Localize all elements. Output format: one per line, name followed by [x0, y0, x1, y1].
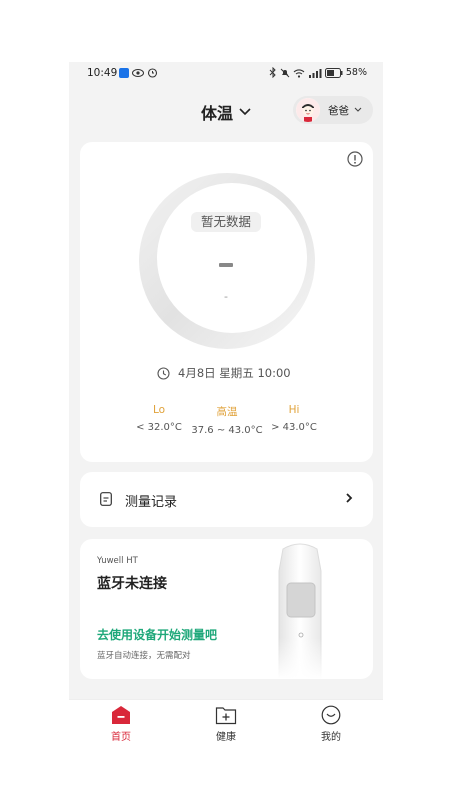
avatar [296, 98, 320, 122]
avatar-face-icon [296, 98, 320, 122]
tab-label: 我的 [321, 732, 341, 743]
document-icon [100, 492, 112, 506]
tab-home[interactable]: 首页 [81, 704, 161, 743]
tab-health[interactable]: 健康 [186, 704, 266, 743]
datetime-text: 4月8日 星期五 10:00 [178, 366, 291, 380]
range-hi: Hi > 43.0°C [254, 404, 334, 433]
thermometer-device-image [265, 541, 335, 679]
profile-switcher[interactable]: 爸爸 [293, 96, 373, 124]
tab-mine[interactable]: 我的 [291, 704, 371, 743]
device-card[interactable]: Yuwell HT 蓝牙未连接 去使用设备开始测量吧 蓝牙自动连接，无需配对 [80, 539, 373, 679]
temperature-gauge [139, 173, 315, 349]
phone-screen: 10:49 58% 体温 爸爸 暂无数据 - 4月8日 星期五 10:00 Lo… [69, 62, 383, 744]
measurement-datetime: 4月8日 星期五 10:00 [157, 365, 291, 381]
battery-icon [324, 67, 343, 78]
chevron-right-icon [346, 493, 353, 503]
start-measuring-prompt: 去使用设备开始测量吧 [97, 628, 218, 642]
signal-icon [308, 68, 322, 78]
auto-connect-hint: 蓝牙自动连接，无需配对 [97, 651, 191, 661]
tab-label: 首页 [111, 732, 131, 743]
page-title: 体温 [201, 104, 234, 123]
clock-icon [157, 366, 170, 380]
records-row[interactable]: 测量记录 [80, 472, 373, 527]
eye-icon [132, 68, 144, 77]
device-model: Yuwell HT [97, 556, 138, 566]
records-label: 测量记录 [125, 495, 178, 510]
range-value: > 43.0°C [271, 422, 317, 433]
temperature-value [219, 263, 233, 267]
smiley-icon [321, 705, 341, 725]
status-time: 10:49 [87, 67, 118, 79]
chevron-down-icon [354, 107, 362, 112]
app-header: 体温 爸爸 [69, 86, 383, 132]
no-data-badge: 暂无数据 [191, 212, 261, 232]
profile-name: 爸爸 [328, 104, 349, 117]
temperature-unit: - [224, 290, 228, 303]
bluetooth-status: 蓝牙未连接 [97, 576, 167, 592]
app-notification-icon [119, 67, 129, 78]
status-bar: 10:49 58% [69, 62, 383, 86]
info-icon[interactable] [347, 151, 363, 167]
range-label: Hi [288, 404, 300, 416]
chevron-down-icon [239, 108, 251, 116]
wifi-icon [293, 68, 305, 78]
measurement-card: 暂无数据 - 4月8日 星期五 10:00 Lo < 32.0°C 高温 37.… [80, 142, 373, 462]
bottom-tab-bar: 首页 健康 我的 [69, 699, 383, 744]
alarm-icon [147, 68, 158, 78]
bluetooth-icon [269, 67, 276, 78]
home-icon [112, 706, 130, 724]
battery-percent: 58% [345, 67, 367, 78]
status-system-icons: 58% [269, 67, 367, 78]
measure-type-selector[interactable]: 体温 [201, 100, 251, 124]
mute-icon [280, 68, 290, 77]
tab-label: 健康 [216, 732, 236, 743]
status-notification-icons [119, 67, 158, 78]
health-folder-icon [215, 707, 237, 725]
